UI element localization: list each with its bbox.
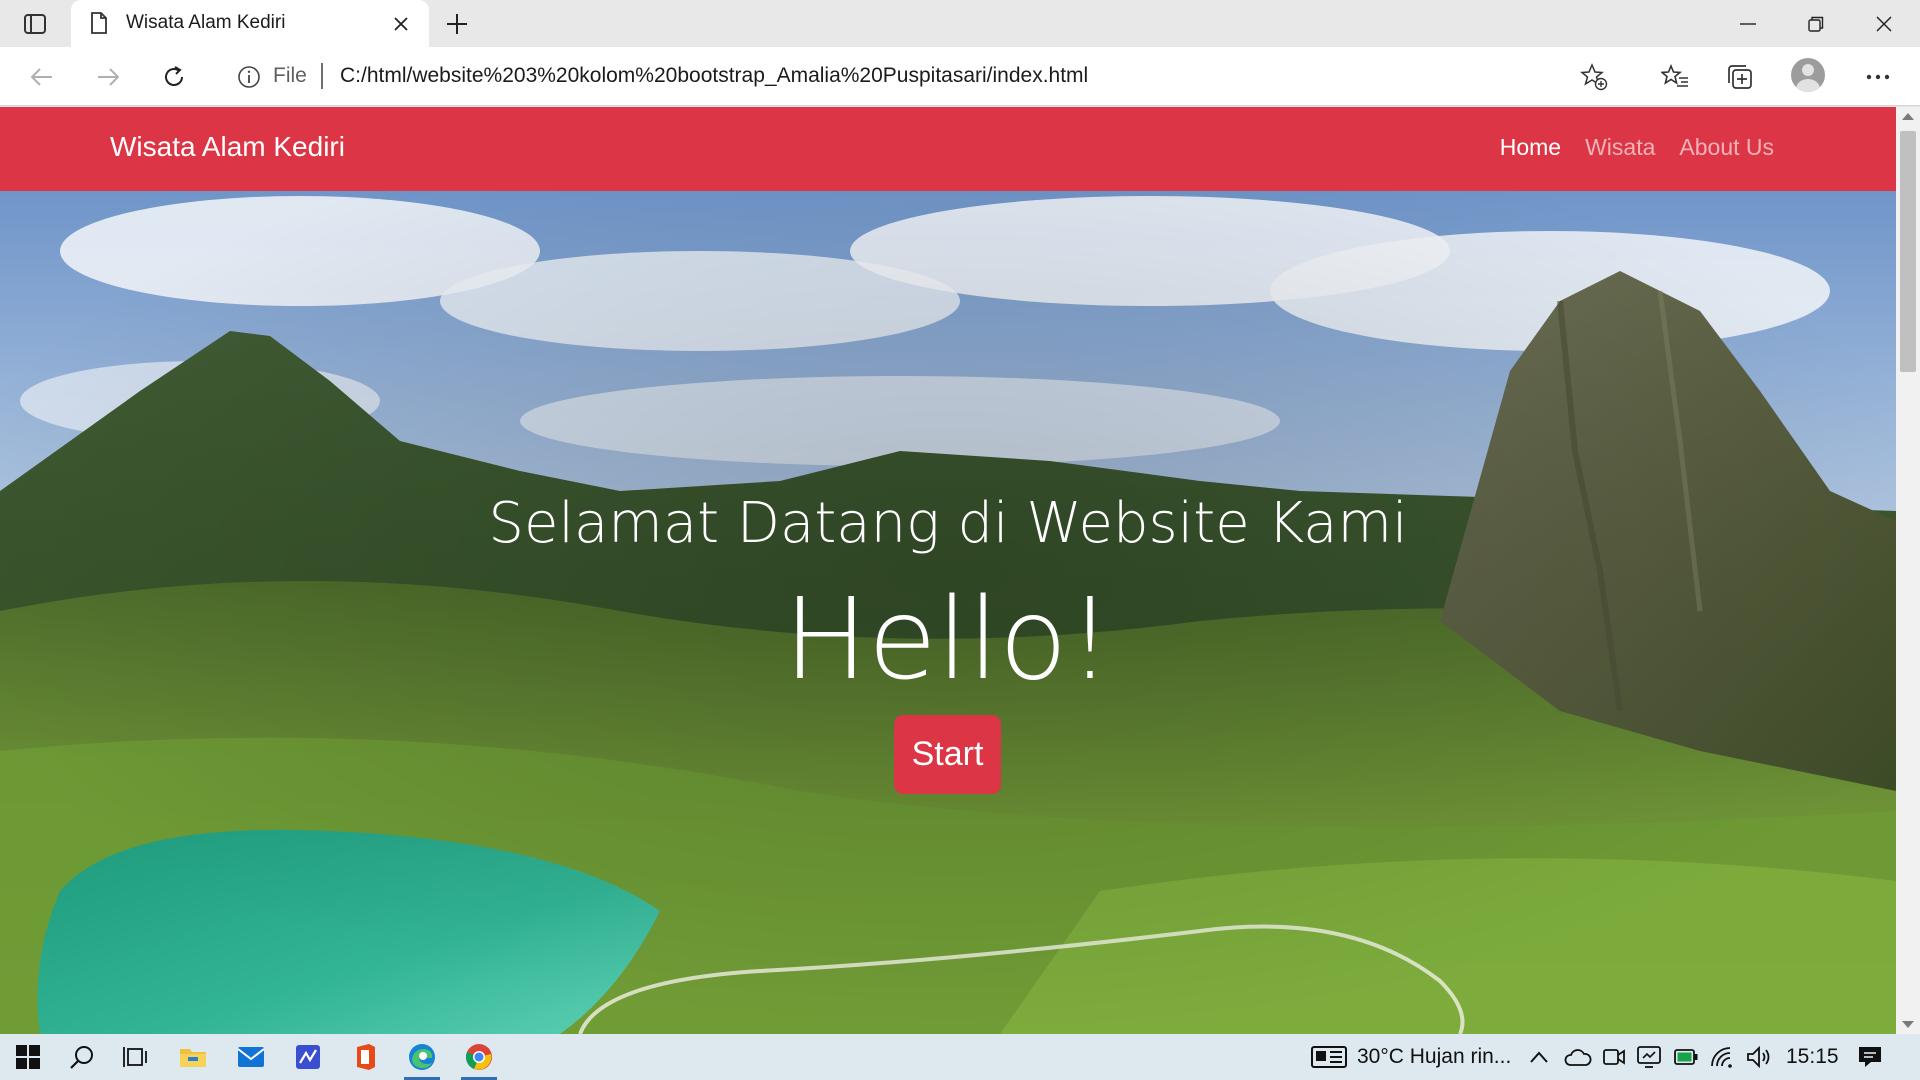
tray-onedrive[interactable] [1564, 1034, 1592, 1080]
restore-button[interactable] [1782, 0, 1850, 47]
file-explorer-icon [180, 1049, 206, 1067]
taskbar-mail[interactable] [225, 1034, 277, 1080]
web-page: Wisata Alam Kediri Home Wisata About Us [0, 107, 1896, 1034]
refresh-button[interactable] [154, 57, 194, 97]
collections-icon [1728, 65, 1752, 89]
more-icon [1866, 74, 1890, 80]
close-tab-button[interactable] [387, 10, 415, 38]
close-icon [1876, 15, 1892, 32]
search-icon [70, 1046, 93, 1069]
screen-icon [1637, 1046, 1661, 1068]
office-icon [357, 1044, 375, 1070]
page-icon [91, 12, 107, 34]
refresh-icon [165, 66, 183, 86]
notification-center-button[interactable] [1857, 1034, 1883, 1080]
start-menu-button[interactable] [2, 1034, 54, 1080]
notification-icon [1859, 1047, 1881, 1067]
profile-avatar[interactable] [1791, 58, 1825, 92]
tab-title: Wisata Alam Kediri [126, 12, 286, 33]
show-hidden-icons-button[interactable] [1530, 1034, 1548, 1080]
nav-link-about-us[interactable]: About Us [1679, 134, 1774, 161]
site-brand[interactable]: Wisata Alam Kediri [110, 131, 345, 163]
clock-time: 15:15 [1786, 1045, 1839, 1068]
onedrive-icon [1564, 1049, 1592, 1066]
edge-icon [409, 1044, 435, 1070]
hero-subtitle: Selamat Datang di Website Kami [488, 491, 1408, 556]
close-window-button[interactable] [1850, 0, 1918, 47]
more-button[interactable] [1858, 57, 1898, 97]
taskbar-edge[interactable] [396, 1034, 448, 1080]
address-separator [321, 63, 323, 89]
tray-screen[interactable] [1637, 1034, 1661, 1080]
forward-icon [98, 68, 119, 86]
taskbar-office[interactable] [339, 1034, 391, 1080]
tab-actions-icon [24, 14, 46, 34]
plus-icon [447, 14, 467, 34]
forward-button[interactable] [88, 57, 128, 97]
site-navbar: Wisata Alam Kediri Home Wisata About Us [0, 107, 1896, 191]
browser-toolbar: File C:/html/website%203%20kolom%20boots… [0, 47, 1920, 106]
info-icon [238, 66, 260, 88]
volume-icon [1747, 1046, 1770, 1068]
meet-icon [1603, 1049, 1625, 1065]
add-favorite-icon [1580, 63, 1608, 91]
weather-widget[interactable]: 30°C Hujan rin... [1311, 1034, 1511, 1080]
address-bar[interactable]: File C:/html/website%203%20kolom%20boots… [217, 53, 1619, 99]
nav-links: Home Wisata About Us [1500, 134, 1774, 161]
favorites-button[interactable] [1655, 57, 1695, 97]
tray-meet[interactable] [1603, 1034, 1625, 1080]
battery-icon [1674, 1049, 1698, 1065]
news-icon [1311, 1046, 1347, 1068]
scroll-up-arrow[interactable] [1902, 113, 1914, 120]
hero-section: Selamat Datang di Website Kami Hello! St… [0, 191, 1896, 1034]
task-view-button[interactable] [110, 1034, 162, 1080]
windows-icon [16, 1045, 40, 1069]
taskbar-whiteboard[interactable] [282, 1034, 334, 1080]
task-view-icon [123, 1047, 147, 1067]
tray-wifi[interactable] [1710, 1034, 1736, 1080]
nav-link-wisata[interactable]: Wisata [1585, 134, 1655, 161]
tray-volume[interactable] [1746, 1034, 1772, 1080]
favorites-icon [1661, 64, 1688, 87]
restore-icon [1808, 16, 1824, 32]
scroll-thumb[interactable] [1900, 131, 1916, 372]
browser-tab[interactable]: Wisata Alam Kediri [71, 0, 429, 48]
scroll-down-arrow[interactable] [1902, 1021, 1914, 1028]
back-button[interactable] [22, 57, 62, 97]
minimize-button[interactable] [1714, 0, 1782, 47]
search-button[interactable] [56, 1034, 108, 1080]
hero-title: Hello! [783, 575, 1113, 705]
whiteboard-icon [296, 1045, 320, 1069]
chrome-icon [466, 1044, 492, 1070]
taskbar-clock[interactable]: 15:15 [1786, 1034, 1839, 1080]
taskbar-chrome[interactable] [453, 1034, 505, 1080]
taskbar-file-explorer[interactable] [167, 1034, 219, 1080]
minimize-icon [1740, 22, 1756, 25]
windows-taskbar: 30°C Hujan rin... 15:15 [0, 1034, 1920, 1080]
new-tab-button[interactable] [440, 8, 474, 40]
add-favorite-button[interactable] [1579, 62, 1609, 92]
address-scheme: File [273, 64, 307, 87]
browser-tab-strip: Wisata Alam Kediri [0, 0, 1920, 48]
page-scrollbar[interactable] [1896, 107, 1920, 1034]
chevron-up-icon [1530, 1051, 1548, 1063]
nav-link-home[interactable]: Home [1500, 134, 1561, 161]
wifi-icon [1711, 1047, 1732, 1068]
address-url[interactable]: C:/html/website%203%20kolom%20bootstrap_… [340, 64, 1088, 88]
tray-battery[interactable] [1674, 1034, 1698, 1080]
weather-text: 30°C Hujan rin... [1357, 1045, 1512, 1068]
mail-icon [237, 1047, 265, 1067]
start-button[interactable]: Start [894, 715, 1001, 794]
collections-button[interactable] [1720, 57, 1760, 97]
close-icon [394, 17, 408, 31]
back-icon [31, 68, 52, 86]
tab-actions-button[interactable] [14, 10, 56, 38]
